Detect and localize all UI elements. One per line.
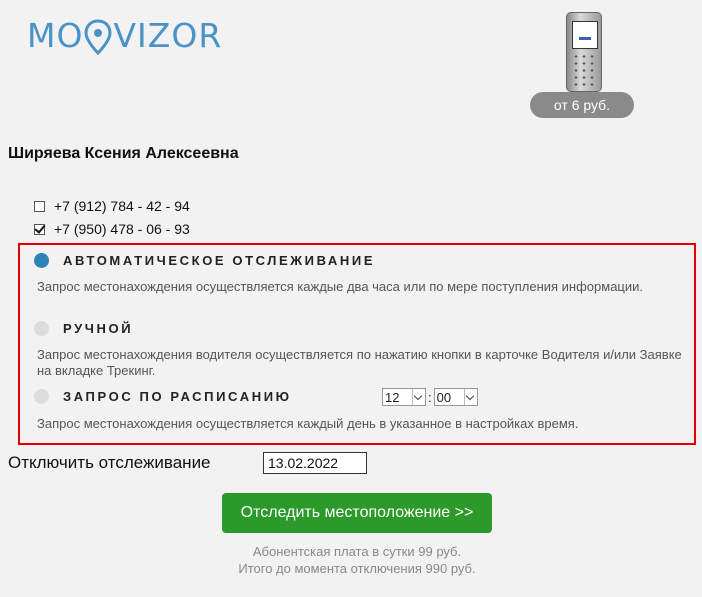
disable-date-input[interactable] xyxy=(263,452,367,474)
movizor-logo[interactable]: MO VIZOR xyxy=(27,16,223,56)
price-badge: от 6 руб. xyxy=(530,92,634,118)
mode-auto-radio[interactable] xyxy=(34,253,49,268)
chevron-down-icon xyxy=(463,389,477,405)
disable-tracking-label: Отключить отслеживание xyxy=(8,453,211,472)
mode-schedule-title: ЗАПРОС ПО РАСПИСАНИЮ xyxy=(63,389,292,404)
mode-schedule-radio[interactable] xyxy=(34,389,49,404)
mode-manual-desc: Запрос местонахождения водителя осуществ… xyxy=(37,347,682,378)
daily-fee-text: Абонентская плата в сутки 99 руб. xyxy=(252,544,462,559)
mode-manual[interactable]: РУЧНОЙ xyxy=(34,321,133,336)
phone-number-2: +7 (950) 478 - 06 - 93 xyxy=(54,221,190,237)
total-fee-text: Итого до момента отключения 990 руб. xyxy=(238,561,476,576)
mode-manual-title: РУЧНОЙ xyxy=(63,321,134,336)
phone-option-1[interactable]: +7 (912) 784 - 42 - 94 xyxy=(34,198,190,214)
person-name: Ширяева Ксения Алексеевна xyxy=(8,145,239,162)
tracking-mode-panel: АВТОМАТИЧЕСКОЕ ОТСЛЕЖИВАНИЕ Запрос место… xyxy=(18,243,696,445)
mode-schedule[interactable]: ЗАПРОС ПО РАСПИСАНИЮ xyxy=(34,389,292,404)
schedule-time-picker: 12 : 00 xyxy=(382,388,478,406)
mode-manual-radio[interactable] xyxy=(34,321,49,336)
location-pin-icon xyxy=(83,19,113,56)
minute-select[interactable]: 00 xyxy=(433,388,478,406)
logo-text-post: VIZOR xyxy=(113,16,223,55)
mode-auto[interactable]: АВТОМАТИЧЕСКОЕ ОТСЛЕЖИВАНИЕ xyxy=(34,253,375,268)
phone-number-1: +7 (912) 784 - 42 - 94 xyxy=(54,198,190,214)
mode-auto-desc: Запрос местонахождения осуществляется ка… xyxy=(37,279,644,294)
logo-text-pre: MO xyxy=(27,16,84,55)
mode-schedule-desc: Запрос местонахождения осуществляется ка… xyxy=(37,416,579,431)
mode-auto-title: АВТОМАТИЧЕСКОЕ ОТСЛЕЖИВАНИЕ xyxy=(63,253,376,268)
phone-checkbox-1[interactable] xyxy=(34,200,45,212)
hour-select[interactable]: 12 xyxy=(382,388,426,406)
track-location-button[interactable]: Отследить местоположение >> xyxy=(222,493,492,533)
phone-checkbox-2[interactable] xyxy=(34,223,45,235)
time-separator: : xyxy=(428,389,432,405)
minute-value: 00 xyxy=(436,389,452,405)
chevron-down-icon xyxy=(412,389,425,405)
mobile-phone-icon xyxy=(566,12,602,92)
hour-value: 12 xyxy=(385,389,400,405)
phone-option-2[interactable]: +7 (950) 478 - 06 - 93 xyxy=(34,221,190,237)
